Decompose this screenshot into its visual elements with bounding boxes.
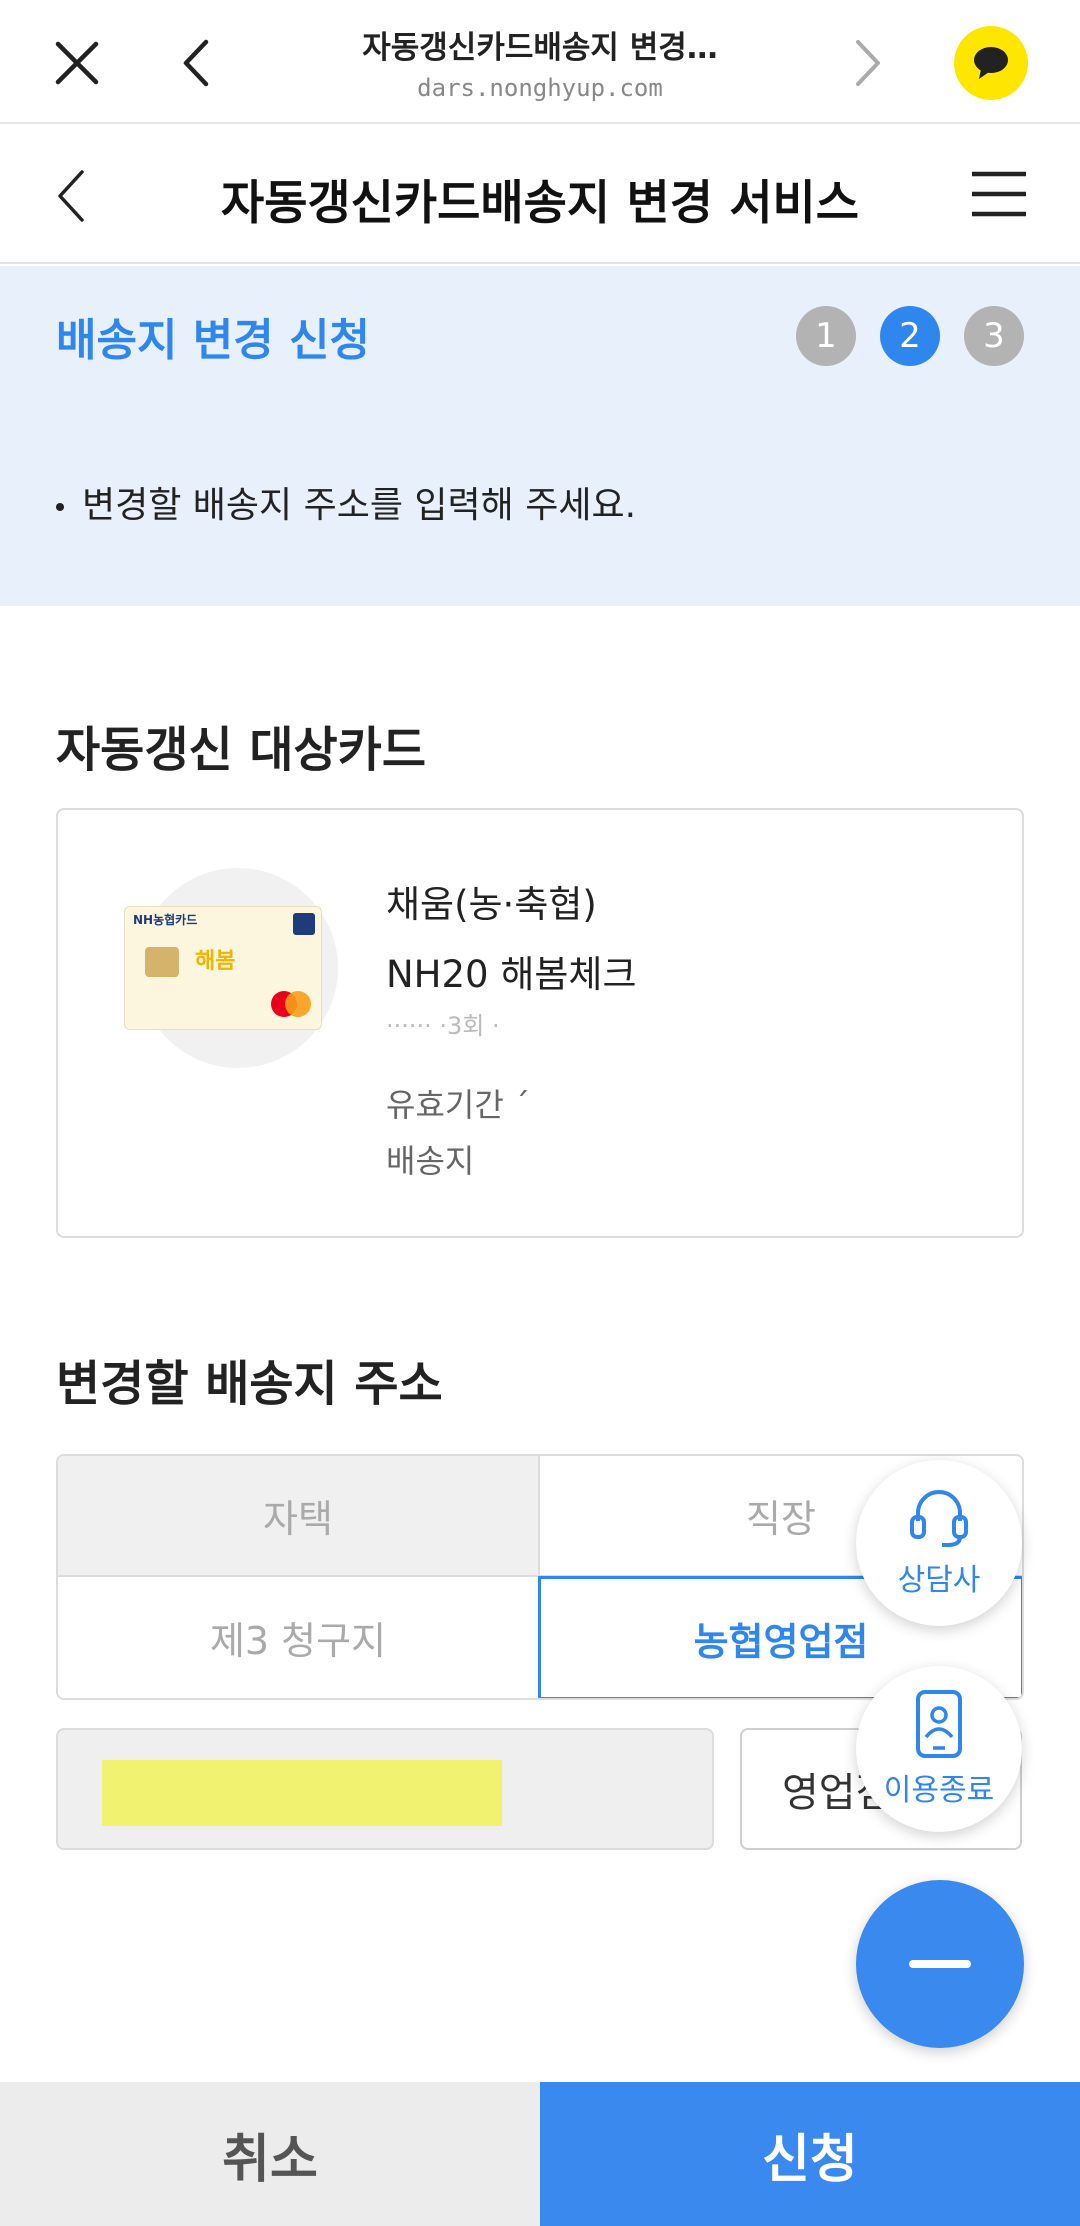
browser-url: dars.nonghyup.com: [417, 74, 663, 102]
target-card-heading: 자동갱신 대상카드: [56, 722, 426, 778]
exit-label: 이용종료: [883, 1773, 995, 1808]
tab-home[interactable]: 자택: [58, 1456, 540, 1577]
minus-icon: [909, 1960, 971, 1968]
browser-back-icon[interactable]: [176, 36, 216, 90]
back-icon[interactable]: [52, 166, 92, 226]
step-title: 배송지 변경 신청: [56, 315, 370, 366]
step-2: 2: [880, 306, 940, 366]
step-1: 1: [796, 306, 856, 366]
step-description: 변경할 배송지 주소를 입력해 주세요.: [56, 476, 636, 528]
tab-third-billing[interactable]: 제3 청구지: [58, 1577, 540, 1698]
browser-toolbar: 자동갱신카드배송지 변경… dars.nonghyup.com: [0, 0, 1080, 124]
card-brand-logo: NH농협카드: [133, 913, 198, 927]
mastercard-logo-orange: [285, 991, 311, 1017]
hamburger-menu-icon[interactable]: [970, 170, 1028, 218]
exit-service-button[interactable]: 이용종료: [856, 1666, 1022, 1832]
bullet-icon: [56, 503, 64, 511]
step-3: 3: [964, 306, 1024, 366]
card-issuer: 채움(농·축협): [386, 883, 597, 926]
counselor-label: 상담사: [897, 1563, 981, 1598]
step-indicator: 1 2 3: [796, 306, 1024, 366]
browser-forward-icon[interactable]: [848, 36, 888, 90]
browser-title: 자동갱신카드배송지 변경…: [362, 30, 718, 66]
card-expiry: 유효기간 ´: [386, 1086, 530, 1124]
speech-bubble-icon: [974, 47, 1008, 79]
phone-person-icon: [916, 1690, 962, 1758]
card-badge-icon: [293, 913, 315, 935]
apply-button[interactable]: 신청: [540, 2082, 1080, 2226]
kakao-chat-button[interactable]: [954, 26, 1028, 100]
new-address-heading: 변경할 배송지 주소: [56, 1356, 443, 1412]
card-masked-info: ······ ·3회 ·: [386, 1012, 500, 1040]
card-image: NH농협카드 해봄: [124, 906, 322, 1030]
card-product-name: NH20 해봄체크: [386, 953, 637, 996]
step-description-text: 변경할 배송지 주소를 입력해 주세요.: [82, 485, 637, 526]
step-banner: 배송지 변경 신청 1 2 3 변경할 배송지 주소를 입력해 주세요.: [0, 266, 1080, 606]
cancel-button[interactable]: 취소: [0, 2082, 540, 2226]
bottom-action-bar: 취소 신청: [0, 2082, 1080, 2226]
card-product-mark: 해봄: [195, 949, 236, 974]
collapse-fab-button[interactable]: [856, 1880, 1024, 2048]
target-card-panel: NH농협카드 해봄 채움(농·축협) NH20 해봄체크 ······ ·3회 …: [56, 808, 1024, 1238]
headset-icon: [910, 1490, 968, 1547]
redacted-address-highlight: [102, 1760, 502, 1826]
card-chip-icon: [145, 947, 179, 977]
branch-address-field[interactable]: [56, 1728, 714, 1850]
card-delivery-address: 배송지: [386, 1142, 475, 1180]
close-icon[interactable]: [52, 38, 102, 88]
counselor-button[interactable]: 상담사: [856, 1460, 1022, 1626]
page-header: 자동갱신카드배송지 변경 서비스: [0, 126, 1080, 264]
page-title: 자동갱신카드배송지 변경 서비스: [220, 176, 860, 231]
